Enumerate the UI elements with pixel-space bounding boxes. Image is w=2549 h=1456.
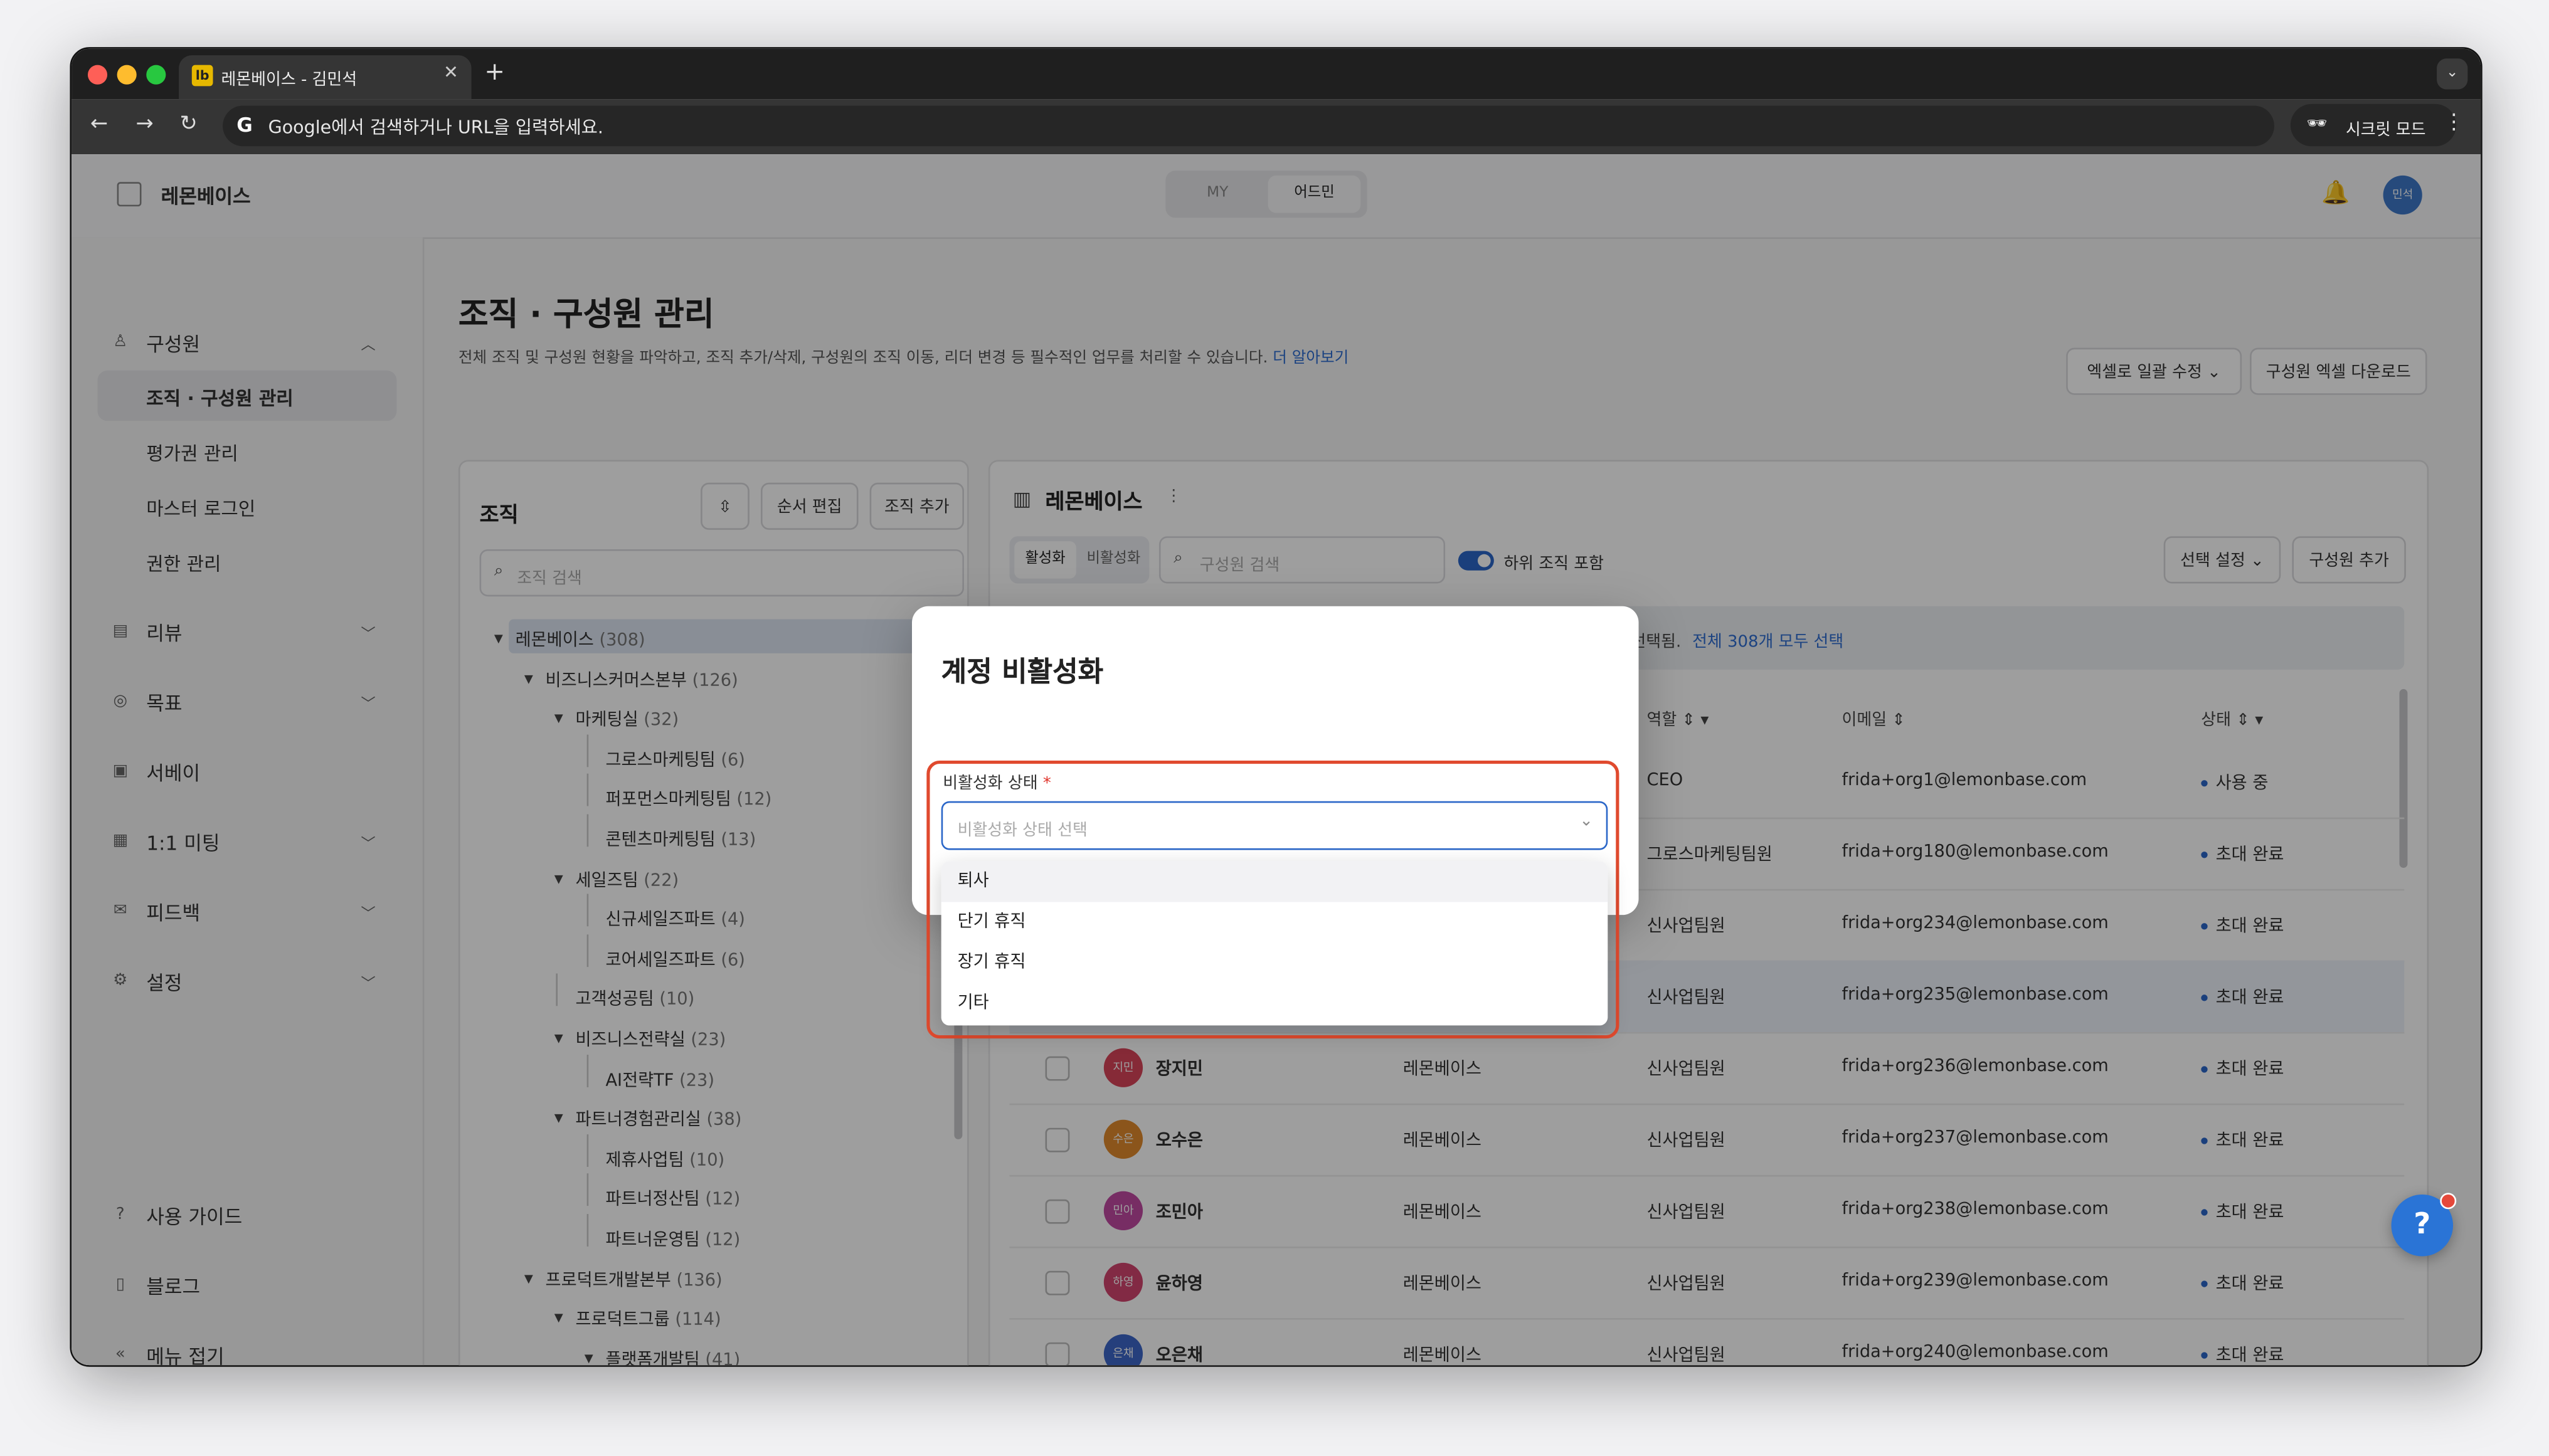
- status-field-label: 비활성화 상태 *: [943, 769, 1051, 793]
- status-select-placeholder: 비활성화 상태 선택: [957, 822, 1088, 840]
- tab-search-icon[interactable]: ⌄: [2437, 58, 2468, 90]
- incognito-button[interactable]: 🕶 시크릿 모드: [2290, 103, 2457, 147]
- maximize-window-button[interactable]: [146, 65, 166, 85]
- required-mark: *: [1042, 775, 1051, 793]
- back-icon[interactable]: ←: [86, 112, 112, 137]
- notification-dot: [2440, 1193, 2457, 1210]
- address-text: Google에서 검색하거나 URL을 입력하세요.: [268, 117, 604, 139]
- option-long-leave[interactable]: 장기 휴직: [941, 942, 1608, 983]
- status-field-label-text: 비활성화 상태: [943, 775, 1038, 793]
- browser-tabbar: lb 레몬베이스 - 김민석 ✕ + ⌄: [72, 48, 2481, 100]
- modal-title: 계정 비활성화: [941, 657, 1104, 689]
- status-dropdown: 퇴사 단기 휴직 장기 휴직 기타: [941, 861, 1608, 1026]
- lemonbase-favicon-icon: lb: [191, 65, 213, 87]
- google-icon: G: [236, 113, 253, 137]
- browser-toolbar: ← → ↻ G Google에서 검색하거나 URL을 입력하세요. 🕶 시크릿…: [72, 99, 2481, 155]
- browser-tab[interactable]: lb 레몬베이스 - 김민석 ✕: [179, 55, 472, 100]
- option-resigned[interactable]: 퇴사: [941, 861, 1608, 902]
- tab-close-icon[interactable]: ✕: [443, 61, 458, 83]
- incognito-icon: 🕶: [2306, 115, 2328, 134]
- close-window-button[interactable]: [87, 65, 108, 85]
- chevron-down-icon: ⌄: [1579, 812, 1593, 831]
- status-select[interactable]: 비활성화 상태 선택 ⌄: [941, 801, 1608, 850]
- new-tab-icon[interactable]: +: [484, 57, 505, 87]
- browser-window: lb 레몬베이스 - 김민석 ✕ + ⌄ ← → ↻ G Google에서 검색…: [70, 47, 2483, 1367]
- address-bar[interactable]: G Google에서 검색하거나 URL을 입력하세요.: [223, 105, 2274, 147]
- browser-menu-icon[interactable]: ⋮: [2443, 110, 2464, 135]
- minimize-window-button[interactable]: [117, 65, 137, 85]
- option-other[interactable]: 기타: [941, 983, 1608, 1024]
- tab-title: 레몬베이스 - 김민석: [221, 71, 358, 90]
- incognito-label: 시크릿 모드: [2345, 122, 2426, 140]
- reload-icon[interactable]: ↻: [176, 112, 201, 137]
- forward-icon[interactable]: →: [132, 112, 157, 137]
- option-short-leave[interactable]: 단기 휴직: [941, 902, 1608, 942]
